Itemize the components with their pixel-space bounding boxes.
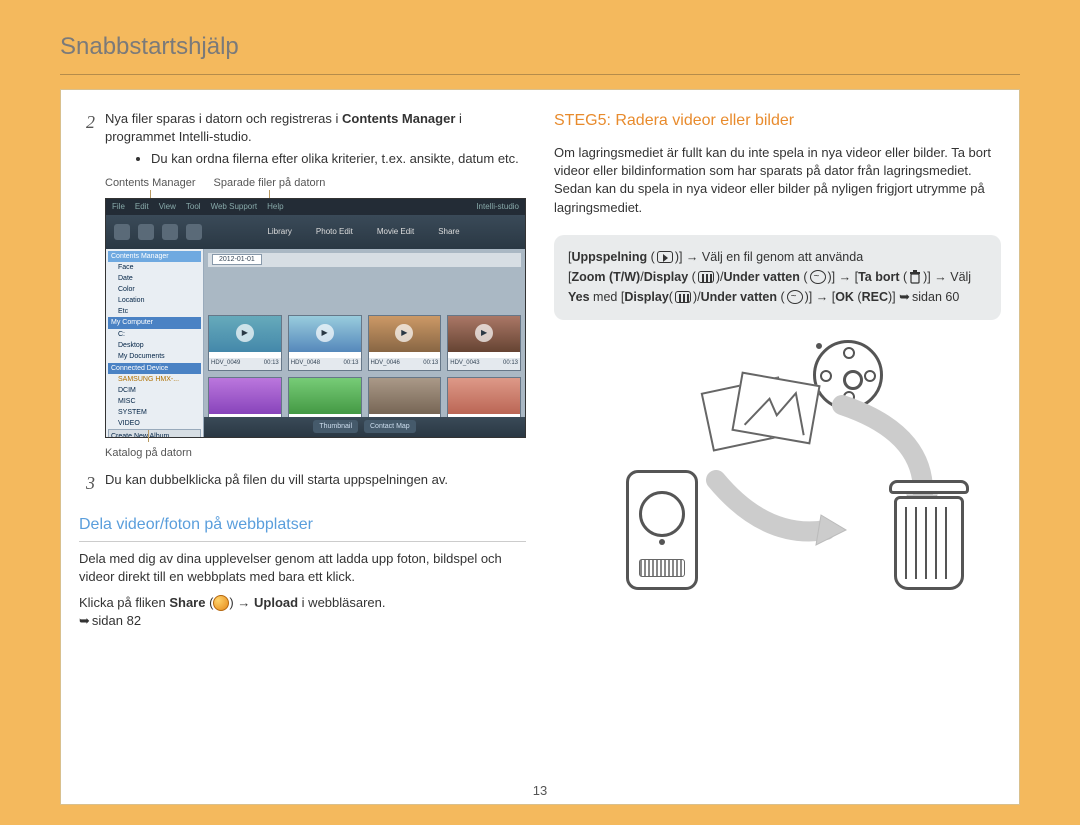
instruction-box: [Uppspelning ()] → Välj en fil genom att…	[554, 235, 1001, 320]
caption-saved-files: Sparade filer på datorn	[214, 176, 326, 191]
ss-sidebar: Contents Manager Face Date Color Locatio…	[106, 249, 204, 437]
step-3-number: 3	[79, 471, 95, 496]
trash-icon	[909, 270, 921, 284]
step-2-bullet: Du kan ordna filerna efter olika kriteri…	[151, 150, 526, 168]
share-instruction: Klicka på fliken Share () → Upload i web…	[79, 594, 526, 612]
content-frame: 2 Nya filer sparas i datorn och registre…	[60, 89, 1020, 805]
step-3-text: Du kan dubbelklicka på filen du vill sta…	[105, 471, 526, 496]
ss-footer: Thumbnail Contact Map	[204, 417, 525, 437]
section-share-heading: Dela videor/foton på webbplatser	[79, 514, 526, 541]
left-column: 2 Nya filer sparas i datorn och registre…	[79, 110, 526, 796]
delete-illustration	[554, 340, 1001, 600]
ss-toolbar: Library Photo Edit Movie Edit Share	[106, 215, 525, 249]
intelli-studio-screenshot: File Edit View Tool Web Support Help Int…	[105, 198, 526, 438]
page-header: Snabbstartshjälp	[60, 30, 1020, 75]
photos-icon	[706, 378, 826, 458]
playback-icon	[657, 251, 673, 263]
caption-contents-manager: Contents Manager	[105, 176, 196, 191]
ss-toolbar-btn	[138, 224, 154, 240]
step-2-text: Nya filer sparas i datorn och registrera…	[105, 110, 526, 173]
ss-toolbar-btn	[186, 224, 202, 240]
right-column: STEG5: Radera videor eller bilder Om lag…	[554, 110, 1001, 796]
step5-paragraph: Om lagringsmediet är fullt kan du inte s…	[554, 144, 1001, 217]
ss-main-grid: 2012-01-01 ▶HDV_004900:13 ▶HDV_004800:13…	[204, 249, 525, 437]
step-2: 2 Nya filer sparas i datorn och registre…	[79, 110, 526, 173]
step-3: 3 Du kan dubbelklicka på filen du vill s…	[79, 471, 526, 496]
section-step5-heading: STEG5: Radera videor eller bilder	[554, 110, 1001, 136]
page-title: Snabbstartshjälp	[60, 30, 1020, 64]
page-number: 13	[533, 782, 547, 800]
share-ref: ➥sidan 82	[79, 612, 526, 630]
underwater-icon	[787, 290, 803, 304]
captions-top: Contents Manager Sparade filer på datorn	[105, 176, 526, 191]
ss-toolbar-btn	[114, 224, 130, 240]
share-globe-icon	[213, 595, 229, 611]
trashcan-icon	[884, 480, 974, 590]
caption-catalogue: Katalog på datorn	[105, 446, 526, 461]
underwater-icon	[810, 270, 826, 284]
camera-icon	[626, 470, 698, 590]
step-2-number: 2	[79, 110, 95, 173]
share-paragraph: Dela med dig av dina upplevelser genom a…	[79, 550, 526, 586]
ss-toolbar-btn	[162, 224, 178, 240]
display-icon	[698, 271, 714, 283]
ss-menubar: File Edit View Tool Web Support Help Int…	[106, 199, 525, 215]
display-icon	[675, 291, 691, 303]
